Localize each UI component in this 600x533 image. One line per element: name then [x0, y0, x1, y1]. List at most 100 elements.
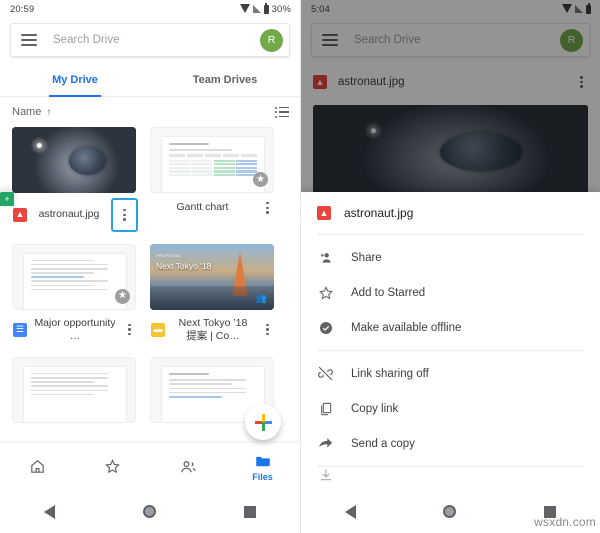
file-card[interactable]: ★ ☰ Major opportunity … — [12, 243, 136, 343]
people-icon — [179, 458, 197, 476]
search-bar[interactable]: Search Drive R — [10, 23, 290, 57]
preview-column — [191, 159, 213, 178]
menu-item-label: Add to Starred — [351, 286, 426, 299]
offline-check-icon — [317, 320, 334, 336]
document-preview — [24, 253, 126, 309]
tokyo-image: PROPOSAL Next Tokyo '18 👥 — [150, 243, 274, 310]
preview-line — [169, 383, 233, 385]
signal-icon — [252, 5, 261, 13]
starred-badge-icon: ★ — [253, 172, 268, 187]
preview-line — [31, 259, 95, 262]
image-file-icon: ▲ — [13, 207, 27, 222]
preview-line — [169, 395, 222, 398]
nav-item-files[interactable]: Files — [225, 452, 300, 482]
download-icon — [317, 467, 334, 481]
file-card-row: ▬ Next Tokyo ’18 提案 | Co… — [150, 317, 274, 343]
slides-file-icon: ▬ — [151, 322, 165, 337]
wifi-icon — [239, 4, 250, 13]
nav-item-starred[interactable] — [75, 458, 150, 476]
menu-item-label: Link sharing off — [351, 367, 429, 380]
sort-label: Name — [12, 106, 42, 118]
google-plus-icon — [254, 413, 272, 431]
sort-row: Name ↑ — [0, 97, 300, 127]
thumb-subtitle: PROPOSAL — [156, 252, 182, 258]
file-card-row: ☰ Major opportunity … — [12, 317, 136, 343]
menu-item-add-to-starred[interactable]: Add to Starred — [301, 275, 600, 310]
recents-square-icon[interactable] — [244, 505, 256, 518]
thumbnail-spreadsheet[interactable]: ★ — [150, 127, 274, 193]
file-name: Major opportunity … — [34, 316, 116, 342]
file-name: astronaut.jpg — [38, 208, 100, 221]
file-card-row: ▲ astronaut.jpg — [12, 198, 138, 232]
star-outline-icon — [317, 285, 334, 301]
menu-item-label: Share — [351, 251, 382, 264]
preview-line — [31, 288, 109, 291]
preview-line — [31, 376, 109, 379]
file-name: Next Tokyo ’18 提案 | Co… — [178, 316, 248, 342]
thumbnail-astronaut-photo[interactable] — [12, 127, 136, 193]
preview-line — [31, 284, 95, 287]
system-navigation-bar — [0, 490, 300, 533]
menu-item-label: Make available offline — [351, 321, 462, 334]
modal-scrim[interactable] — [301, 0, 600, 192]
menu-item-copy-link[interactable]: Copy link — [301, 391, 600, 426]
tab-bar: My Drive Team Drives — [0, 63, 300, 97]
back-icon[interactable] — [344, 504, 356, 519]
menu-item-link-sharing-off[interactable]: Link sharing off — [301, 356, 600, 391]
bottom-navigation: Files — [0, 443, 300, 490]
menu-item-make-available-offline[interactable]: Make available offline — [301, 310, 600, 345]
search-input[interactable]: Search Drive — [53, 34, 260, 46]
preview-line — [169, 143, 209, 146]
home-circle-icon[interactable] — [143, 505, 156, 518]
battery-icon — [263, 2, 269, 14]
nav-item-shared[interactable] — [150, 458, 225, 476]
status-icon-group: 30% — [239, 2, 291, 15]
file-overflow-menu-button[interactable] — [261, 200, 274, 216]
file-card[interactable]: PROPOSAL Next Tokyo '18 👥 ▬ Next Tokyo ’… — [150, 243, 274, 343]
menu-item-partially-visible[interactable] — [301, 467, 600, 481]
menu-group-primary: Share Add to Starred Make available offl… — [301, 235, 600, 350]
nav-item-home[interactable] — [0, 458, 75, 476]
file-overflow-menu-button[interactable] — [123, 322, 136, 338]
preview-line — [31, 276, 84, 278]
menu-item-label: Copy link — [351, 402, 399, 415]
thumbnail-tokyo-photo[interactable]: PROPOSAL Next Tokyo '18 👥 — [150, 243, 274, 310]
tab-my-drive[interactable]: My Drive — [0, 63, 150, 96]
create-new-fab[interactable] — [245, 404, 281, 440]
file-overflow-menu-button[interactable] — [111, 198, 138, 232]
preview-line — [31, 389, 109, 392]
file-card[interactable]: ▲ astronaut.jpg — [12, 127, 138, 232]
document-preview — [24, 366, 126, 422]
preview-line — [169, 391, 247, 394]
person-add-icon — [317, 250, 334, 266]
file-card[interactable] — [12, 356, 136, 423]
avatar[interactable]: R — [260, 28, 283, 52]
status-bar: 20:59 30% — [0, 0, 300, 18]
preview-line — [169, 379, 247, 381]
list-view-icon[interactable] — [275, 107, 289, 118]
thumbnail-document[interactable]: ★ — [12, 243, 136, 310]
menu-item-share[interactable]: Share — [301, 240, 600, 275]
file-overflow-menu-button[interactable] — [261, 322, 274, 338]
back-icon[interactable] — [44, 504, 55, 519]
preview-line — [31, 372, 109, 375]
shared-people-icon: 👥 — [255, 292, 267, 303]
menu-item-label: Send a copy — [351, 437, 415, 450]
hamburger-icon[interactable] — [21, 34, 37, 46]
tab-team-drives[interactable]: Team Drives — [150, 63, 300, 96]
menu-item-send-a-copy[interactable]: Send a copy — [301, 426, 600, 461]
preview-grid — [169, 159, 257, 178]
sort-control[interactable]: Name ↑ — [12, 106, 51, 118]
starred-badge-icon: ★ — [115, 288, 130, 304]
sheets-file-icon: + — [0, 192, 14, 206]
thumbnail-document[interactable] — [12, 356, 136, 423]
preview-column — [213, 159, 235, 178]
file-actions-bottom-sheet: ▲ astronaut.jpg Share Add to Starred Mak… — [301, 192, 600, 533]
preview-line — [169, 372, 209, 376]
file-card-row: + Gantt chart — [0, 192, 274, 216]
file-card[interactable]: ★ + Gantt chart — [0, 127, 274, 230]
home-circle-icon[interactable] — [443, 505, 457, 518]
docs-file-icon: ☰ — [13, 322, 27, 337]
bottom-sheet-title: astronaut.jpg — [344, 206, 414, 220]
star-icon — [104, 458, 121, 476]
